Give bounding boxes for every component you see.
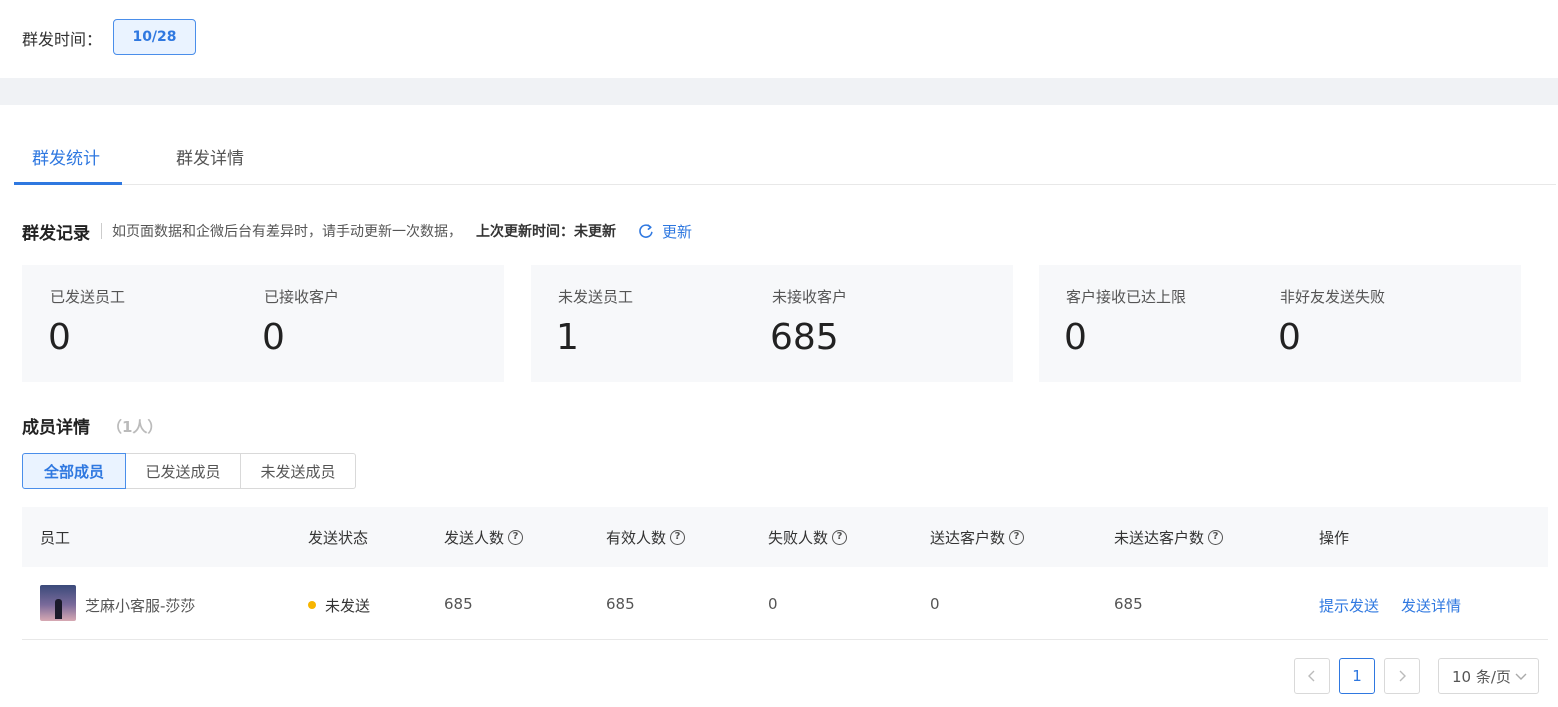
record-description: 如页面数据和企微后台有差异时，请手动更新一次数据， [112, 224, 462, 240]
send-status: 未发送 [308, 595, 370, 616]
page-number-current[interactable]: 1 [1339, 658, 1375, 694]
stat-label: 未接收客户 [772, 288, 848, 306]
next-page-button[interactable] [1384, 658, 1420, 694]
help-icon[interactable]: ? [670, 530, 686, 545]
chevron-down-icon [1515, 673, 1527, 680]
chevron-right-icon [1399, 670, 1406, 682]
col-label: 发送人数 [444, 529, 505, 547]
stat-label: 客户接收已达上限 [1066, 288, 1187, 306]
filter-sent-members[interactable]: 已发送成员 [126, 453, 241, 489]
member-filter-group: 全部成员 已发送成员 未发送成员 [22, 453, 356, 489]
send-record-title: 群发记录 [22, 223, 90, 244]
stat-value: 0 [48, 317, 71, 358]
avatar [40, 585, 76, 621]
stat-value: 1 [556, 317, 579, 358]
filter-all-members[interactable]: 全部成员 [22, 453, 126, 489]
table-header: 员工 发送状态 发送人数? 有效人数? 失败人数? 送达客户数? 未送达客户数?… [22, 507, 1548, 567]
stat-label: 非好友发送失败 [1280, 288, 1386, 306]
col-label: 失败人数 [768, 529, 829, 547]
page-size-value: 10 条/页 [1452, 667, 1511, 686]
stat-label: 已发送员工 [50, 288, 126, 306]
stat-value: 0 [1064, 317, 1087, 358]
members-count: （1人） [107, 418, 163, 436]
col-actions: 操作 [1319, 527, 1349, 548]
status-text: 未发送 [325, 597, 371, 615]
col-failed-count: 失败人数? [768, 527, 848, 548]
stat-card-failures: 客户接收已达上限 0 非好友发送失败 0 [1039, 265, 1521, 382]
stat-label: 未发送员工 [558, 288, 634, 306]
prev-page-button[interactable] [1294, 658, 1330, 694]
status-dot [308, 600, 316, 609]
failed-count: 0 [768, 595, 778, 613]
active-tab-indicator [14, 182, 122, 185]
stat-card-sent: 已发送员工 0 已接收客户 0 [22, 265, 504, 382]
remind-send-link[interactable]: 提示发送 [1319, 595, 1379, 616]
col-undelivered-count: 未送达客户数? [1114, 527, 1224, 548]
col-valid-count: 有效人数? [606, 527, 686, 548]
col-label: 发送状态 [308, 529, 369, 547]
col-label: 送达客户数 [930, 529, 1006, 547]
help-icon[interactable]: ? [1208, 530, 1224, 545]
send-time-label: 群发时间： [22, 30, 103, 49]
filter-unsent-members[interactable]: 未发送成员 [241, 453, 356, 489]
help-icon[interactable]: ? [1009, 530, 1025, 545]
col-delivered-count: 送达客户数? [930, 527, 1025, 548]
refresh-button[interactable]: 更新 [638, 221, 692, 242]
col-employee: 员工 [40, 527, 70, 548]
help-icon[interactable]: ? [832, 530, 848, 545]
divider [101, 223, 102, 239]
table-row: 芝麻小客服-莎莎 未发送 685 685 0 0 685 提示发送 发送详情 [22, 567, 1548, 640]
stat-value: 0 [262, 317, 285, 358]
members-table: 员工 发送状态 发送人数? 有效人数? 失败人数? 送达客户数? 未送达客户数?… [22, 507, 1548, 640]
employee-name: 芝麻小客服-莎莎 [85, 597, 196, 615]
col-send-status: 发送状态 [308, 527, 368, 548]
send-record-header: 群发记录 如页面数据和企微后台有差异时，请手动更新一次数据， 上次更新时间：未更… [22, 219, 692, 244]
col-label: 操作 [1319, 529, 1350, 547]
col-sent-count: 发送人数? [444, 527, 524, 548]
help-icon[interactable]: ? [508, 530, 524, 545]
refresh-label: 更新 [662, 222, 693, 241]
tab-send-stats[interactable]: 群发统计 [32, 144, 100, 169]
send-date-chip[interactable]: 10/28 [113, 19, 196, 55]
tab-bar: 群发统计 群发详情 [14, 130, 1556, 185]
col-label: 员工 [40, 529, 71, 547]
delivered-count: 0 [930, 595, 940, 613]
section-divider [0, 78, 1558, 105]
page-size-select[interactable]: 10 条/页 [1438, 658, 1539, 694]
stat-value: 685 [770, 317, 839, 358]
col-label: 未送达客户数 [1114, 529, 1205, 547]
chevron-left-icon [1308, 670, 1315, 682]
stat-value: 0 [1278, 317, 1301, 358]
valid-count: 685 [606, 595, 635, 613]
tab-send-details[interactable]: 群发详情 [176, 144, 244, 169]
col-label: 有效人数 [606, 529, 667, 547]
send-details-link[interactable]: 发送详情 [1401, 595, 1461, 616]
refresh-icon [639, 224, 653, 238]
last-update-time: 上次更新时间：未更新 [476, 224, 616, 240]
stat-label: 已接收客户 [264, 288, 340, 306]
stat-card-unsent: 未发送员工 1 未接收客户 685 [531, 265, 1013, 382]
top-bar: 群发时间： 10/28 [0, 0, 1558, 78]
undelivered-count: 685 [1114, 595, 1143, 613]
sent-count: 685 [444, 595, 473, 613]
members-title: 成员详情 [22, 418, 90, 438]
